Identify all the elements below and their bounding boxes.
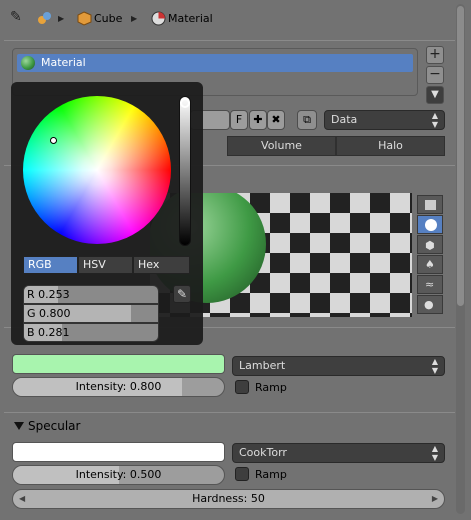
specular-title: Specular (28, 419, 81, 433)
spheres-icon: ● (424, 298, 434, 311)
breadcrumb-material[interactable]: Material (168, 11, 213, 27)
chevron-right-icon: ▶ (131, 14, 138, 23)
add-slot-button[interactable]: + (426, 46, 444, 64)
material-icon (151, 11, 166, 29)
divider (4, 40, 455, 41)
chevron-right-icon: ▶ (58, 14, 65, 23)
preview-cube-button[interactable]: ⬢ (417, 235, 443, 254)
value-marker[interactable] (180, 98, 190, 109)
decrement-arrow-icon[interactable]: ◀ (19, 490, 25, 508)
preview-sky-button[interactable]: ● (417, 295, 443, 314)
breadcrumb-object[interactable]: Cube (94, 11, 122, 27)
updown-icon: ▲ ▼ (431, 111, 438, 129)
diffuse-ramp-label: Ramp (255, 381, 287, 394)
blue-channel-field[interactable]: B 0.281 (23, 323, 159, 342)
specular-panel-header[interactable]: Specular (4, 412, 455, 438)
diffuse-ramp-checkbox[interactable] (235, 380, 249, 394)
collapse-triangle-icon (14, 422, 24, 430)
increment-arrow-icon[interactable]: ▶ (432, 490, 438, 508)
copy-icon: ⧉ (303, 113, 311, 126)
updown-icon: ▲ ▼ (431, 357, 438, 375)
eyedropper-button[interactable]: ✎ (173, 285, 191, 303)
eyedropper-icon: ✎ (176, 287, 188, 301)
tab-hsv[interactable]: HSV (78, 256, 133, 274)
cube-icon (77, 11, 92, 29)
pin-icon[interactable]: ✎ (10, 9, 22, 25)
plus-icon: ✚ (253, 113, 263, 126)
close-icon: ✖ (271, 113, 281, 126)
tab-rgb[interactable]: RGB (23, 256, 78, 274)
preview-hair-button[interactable]: ≈ (417, 275, 443, 294)
preview-sphere-button[interactable] (417, 215, 443, 234)
wheel-marker[interactable] (50, 137, 57, 144)
sphere-icon (425, 219, 437, 231)
hue-saturation-wheel[interactable] (23, 96, 171, 244)
updown-icon: ▲ ▼ (431, 444, 438, 462)
specular-ramp-checkbox[interactable] (235, 467, 249, 481)
scrollbar-thumb[interactable] (457, 6, 464, 306)
slot-menu-button[interactable]: ▼ (426, 86, 444, 104)
value-slider[interactable] (179, 96, 191, 246)
breadcrumb: ✎ ▶ Cube ▶ Material (0, 0, 471, 38)
fake-user-button[interactable]: F (230, 110, 248, 130)
scene-icon (36, 10, 52, 26)
preview-flat-button[interactable] (417, 195, 443, 214)
specular-intensity-slider[interactable]: Intensity: 0.500 (12, 465, 225, 485)
color-picker-popup: RGB HSV Hex R 0.253 G 0.800 B 0.281 ✎ (11, 82, 203, 345)
browse-material-button[interactable]: ⧉ (297, 110, 317, 130)
preview-monkey-button[interactable]: ♠ (417, 255, 443, 274)
red-channel-field[interactable]: R 0.253 (23, 285, 159, 304)
tab-halo[interactable]: Halo (336, 136, 445, 156)
tab-volume[interactable]: Volume (227, 136, 336, 156)
square-icon (425, 200, 436, 210)
cube-icon: ⬢ (425, 239, 435, 252)
remove-slot-button[interactable]: − (426, 66, 444, 84)
material-slot-selected[interactable]: Material (17, 54, 413, 72)
hair-icon: ≈ (425, 278, 435, 291)
specular-color-swatch[interactable] (12, 442, 225, 462)
link-select[interactable]: Data ▲ ▼ (324, 110, 445, 130)
material-sphere-icon (21, 56, 35, 70)
diffuse-shader-select[interactable]: Lambert ▲ ▼ (232, 356, 445, 376)
green-channel-field[interactable]: G 0.800 (23, 304, 159, 323)
unlink-material-button[interactable]: ✖ (267, 110, 285, 130)
hardness-slider[interactable]: ◀ Hardness: 50 ▶ (12, 489, 445, 509)
tab-hex[interactable]: Hex (133, 256, 190, 274)
specular-shader-select[interactable]: CookTorr ▲ ▼ (232, 443, 445, 463)
new-material-button[interactable]: ✚ (249, 110, 267, 130)
scrollbar[interactable] (456, 4, 465, 514)
material-slot-label: Material (41, 56, 86, 69)
diffuse-intensity-slider[interactable]: Intensity: 0.800 (12, 377, 225, 397)
monkey-icon: ♠ (425, 258, 435, 271)
specular-ramp-label: Ramp (255, 468, 287, 481)
diffuse-color-swatch[interactable] (12, 354, 225, 374)
